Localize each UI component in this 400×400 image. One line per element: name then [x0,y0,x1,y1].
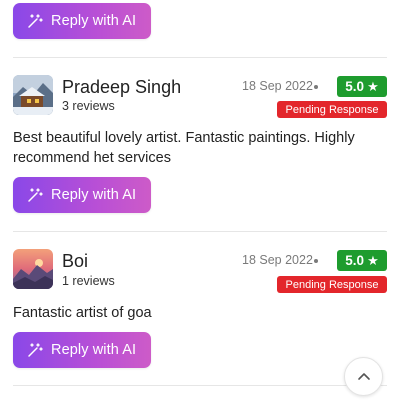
avatar[interactable] [13,75,53,115]
magic-wand-icon [27,342,43,358]
rating-value: 5.0 [345,79,365,94]
separator-dot [314,85,318,89]
scroll-to-top-button[interactable] [344,357,383,396]
reply-button-label: Reply with AI [51,342,137,358]
review-count: 1 reviews [62,274,115,288]
reply-with-ai-button[interactable]: Reply with AI [13,3,151,39]
magic-wand-icon [27,187,43,203]
avatar[interactable] [13,249,53,289]
review-text: Fantastic artist of goa [13,305,152,321]
divider [13,385,387,386]
status-badge: Pending Response [277,276,387,293]
review-count: 3 reviews [62,99,115,113]
reply-button-label: Reply with AI [51,13,137,29]
reviewer-name: Boi [62,251,89,271]
reply-button-label: Reply with AI [51,187,137,203]
separator-dot [314,259,318,263]
rating-badge: 5.0 ★ [337,250,387,271]
star-icon: ★ [367,78,379,94]
reviewer-name: Pradeep Singh [62,77,182,97]
divider [13,57,387,58]
rating-value: 5.0 [345,253,365,268]
divider [13,231,387,232]
star-icon: ★ [367,252,379,268]
reply-with-ai-button[interactable]: Reply with AI [13,332,151,368]
status-badge: Pending Response [277,101,387,118]
reply-with-ai-button[interactable]: Reply with AI [13,177,151,213]
magic-wand-icon [27,13,43,29]
review-date: 18 Sep 2022 [242,253,313,267]
chevron-up-icon [357,370,371,384]
review-date: 18 Sep 2022 [242,79,313,93]
rating-badge: 5.0 ★ [337,76,387,97]
review-text: Best beautiful lovely artist. Fantastic … [13,130,355,166]
